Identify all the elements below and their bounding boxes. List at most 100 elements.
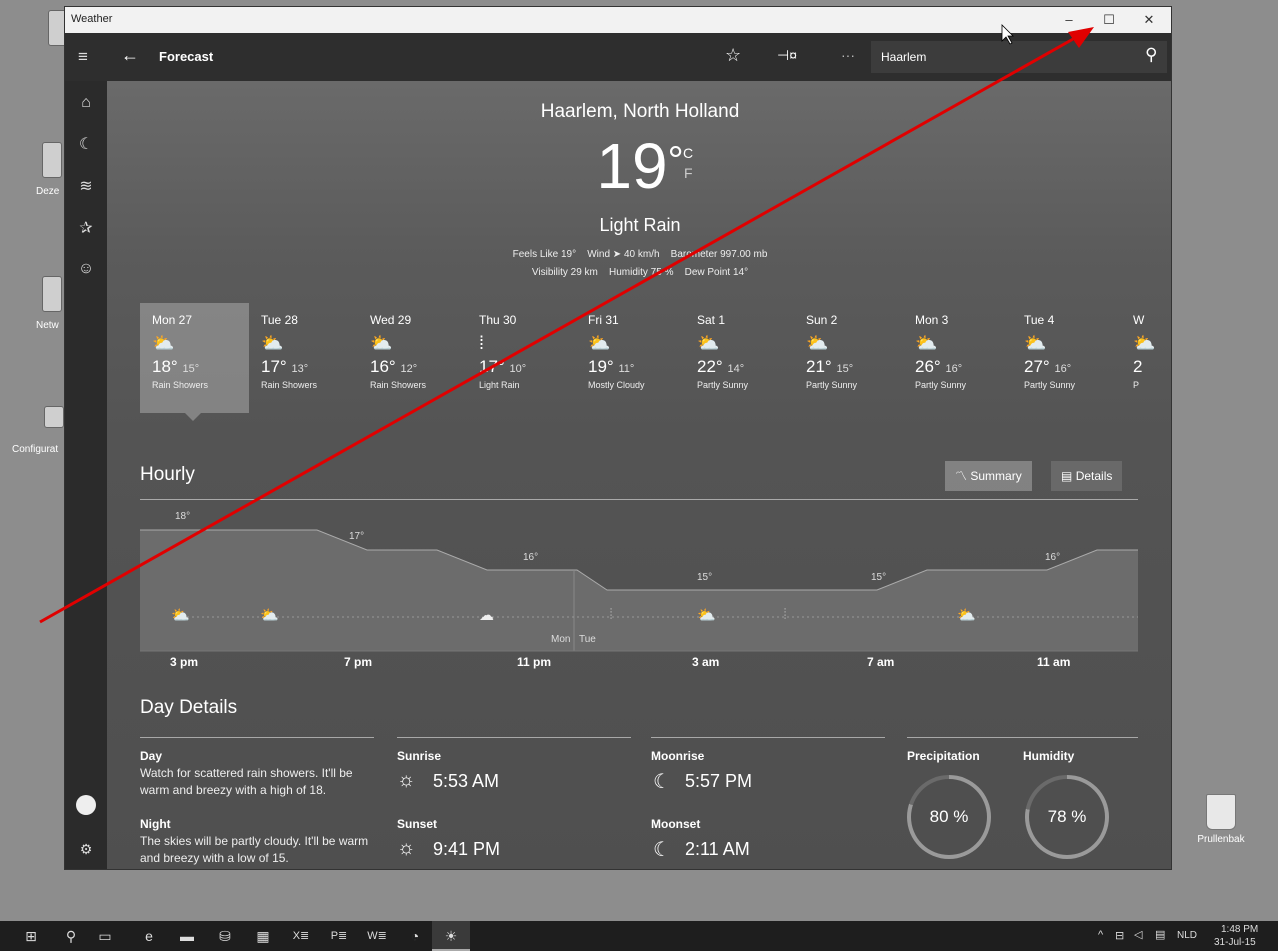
hourly-time: 3 am: [692, 655, 720, 669]
home-icon[interactable]: ⌂: [65, 83, 107, 123]
day-tile[interactable]: Fri 31 ⛅ 19° 11° Mostly Cloudy: [576, 303, 685, 413]
desktop-icon-label: Netw: [36, 320, 59, 331]
settings-icon[interactable]: ⚙: [65, 829, 107, 869]
minimize-button[interactable]: –: [1049, 7, 1089, 33]
chart-icon: 〽: [955, 469, 968, 483]
sunrise-label: Sunrise: [397, 749, 442, 763]
partly-sunny-icon: ⛅: [1024, 333, 1047, 353]
day-tile[interactable]: Mon 27 ⛅ 18° 15° Rain Showers: [140, 303, 249, 413]
hourly-time: 7 am: [867, 655, 895, 669]
sunset-icon: ☼: [397, 837, 416, 859]
details-divider: [651, 737, 885, 738]
excel-icon[interactable]: X≣: [282, 921, 320, 951]
sun-rain-icon: ⛅: [261, 333, 284, 353]
language-indicator[interactable]: NLD: [1177, 930, 1197, 941]
desktop-icon-recycle-bin[interactable]: Prullenbak: [1186, 794, 1256, 845]
word-icon[interactable]: W≣: [358, 921, 396, 951]
day-tile[interactable]: W ⛅ 2 P: [1121, 303, 1161, 413]
day-tile[interactable]: Tue 4 ⛅ 27° 16° Partly Sunny: [1012, 303, 1121, 413]
back-icon[interactable]: ←: [121, 45, 139, 66]
hourly-time: 11 am: [1037, 655, 1071, 669]
maximize-button[interactable]: ☐: [1089, 7, 1129, 33]
day-name: Fri 31: [588, 313, 619, 327]
day-tile[interactable]: Thu 30 ⁞ 17° 10° Light Rain: [467, 303, 576, 413]
day-details-title: Day Details: [140, 697, 238, 718]
moonset-time: 2:11 AM: [685, 839, 750, 859]
day-temps: 27° 16°: [1024, 357, 1109, 377]
day-name: Wed 29: [370, 313, 412, 327]
search-box[interactable]: Haarlem ⚲: [871, 41, 1167, 73]
summary-toggle[interactable]: 〽 Summary: [945, 461, 1032, 491]
clock-date[interactable]: 31-Jul-15: [1214, 937, 1256, 948]
close-button[interactable]: ✕: [1129, 7, 1169, 33]
hourly-temperature-graph: [140, 529, 1138, 652]
historical-icon[interactable]: ≋: [65, 167, 107, 207]
notification-icon[interactable]: ▤: [1155, 928, 1165, 941]
weather-window: Weather – ☐ ✕ ≡ ← Forecast ☆ ⊣¤ ··· Haar…: [64, 6, 1172, 870]
humidity-ring: 78 %: [1025, 775, 1109, 859]
chevron-up-icon[interactable]: ^: [1098, 929, 1103, 941]
details-label: Details: [1075, 469, 1113, 483]
search-icon[interactable]: ⚲: [52, 921, 90, 951]
day-tile[interactable]: Sat 1 ⛅ 22° 14° Partly Sunny: [685, 303, 794, 413]
clock-time[interactable]: 1:48 PM: [1221, 924, 1258, 935]
search-input[interactable]: Haarlem: [881, 50, 926, 64]
day-tile[interactable]: Wed 29 ⛅ 16° 12° Rain Showers: [358, 303, 467, 413]
store-icon[interactable]: ⛁: [206, 921, 244, 951]
details-divider: [140, 737, 374, 738]
day-temps: 17° 13°: [261, 357, 346, 377]
search-icon[interactable]: ⚲: [1145, 45, 1157, 65]
desktop-icon-this-pc[interactable]: Deze: [0, 142, 66, 197]
powerpoint-icon[interactable]: P≣: [320, 921, 358, 951]
app-icon[interactable]: ▦: [244, 921, 282, 951]
day-high: 18°: [152, 357, 178, 376]
weather-taskbar-icon[interactable]: ☀: [432, 921, 470, 951]
day-tile[interactable]: Sun 2 ⛅ 21° 15° Partly Sunny: [794, 303, 903, 413]
hamburger-icon[interactable]: ≡: [78, 47, 88, 67]
day-low: 10°: [509, 363, 527, 375]
unit-celsius[interactable]: C: [683, 145, 693, 161]
hourly-temp-label: 15°: [697, 572, 713, 583]
browser-icon[interactable]: ◔: [396, 921, 434, 951]
hourly-time: 11 pm: [517, 655, 552, 669]
edge-icon[interactable]: e: [130, 921, 168, 951]
news-icon[interactable]: ☺: [65, 249, 107, 289]
day-label-tue: Tue: [579, 634, 596, 645]
list-icon: ▤: [1061, 469, 1073, 483]
more-icon[interactable]: ···: [841, 47, 855, 63]
summary-label: Summary: [970, 469, 1022, 483]
night-label: Night: [140, 817, 171, 831]
sunrise-time: 5:53 AM: [433, 771, 500, 791]
hourly-temp-label: 16°: [523, 552, 539, 563]
window-title: Weather: [71, 13, 113, 25]
start-icon[interactable]: ⊞: [12, 921, 50, 951]
day-low: 12°: [400, 363, 418, 375]
hourly-time: 3 pm: [170, 655, 199, 669]
day-name: Thu 30: [479, 313, 517, 327]
details-divider: [907, 737, 1138, 738]
partly-sunny-icon: ⛅: [1133, 333, 1156, 353]
hourly-temp-label: 18°: [175, 511, 191, 522]
desktop-icon-network[interactable]: Netw: [0, 276, 66, 331]
task-view-icon[interactable]: ▭: [86, 921, 124, 951]
network-icon[interactable]: ⊟: [1115, 929, 1124, 942]
favorite-icon[interactable]: ☆: [725, 45, 741, 66]
details-toggle[interactable]: ▤ Details: [1051, 461, 1123, 491]
volume-icon[interactable]: ◁: [1134, 928, 1142, 941]
day-name: Sun 2: [806, 313, 838, 327]
desktop-icon-label: Prullenbak: [1197, 834, 1245, 845]
day-tile[interactable]: Mon 3 ⛅ 26° 16° Partly Sunny: [903, 303, 1012, 413]
day-tile[interactable]: Tue 28 ⛅ 17° 13° Rain Showers: [249, 303, 358, 413]
title-bar[interactable]: Weather – ☐ ✕: [65, 7, 1171, 33]
day-name: W: [1133, 313, 1145, 327]
day-low: 15°: [836, 363, 854, 375]
unit-fahrenheit[interactable]: F: [684, 165, 693, 181]
file-explorer-icon[interactable]: ▬: [168, 921, 206, 951]
sun-rain-icon: ⛅: [152, 333, 175, 353]
places-icon[interactable]: ✰: [65, 209, 107, 249]
user-avatar-icon[interactable]: [76, 795, 96, 815]
sun-rain-icon: ⛅: [370, 333, 393, 353]
pin-icon[interactable]: ⊣¤: [777, 47, 797, 64]
maps-icon[interactable]: ☾: [65, 125, 107, 165]
desktop-icon-config[interactable]: Configurat: [0, 406, 70, 455]
